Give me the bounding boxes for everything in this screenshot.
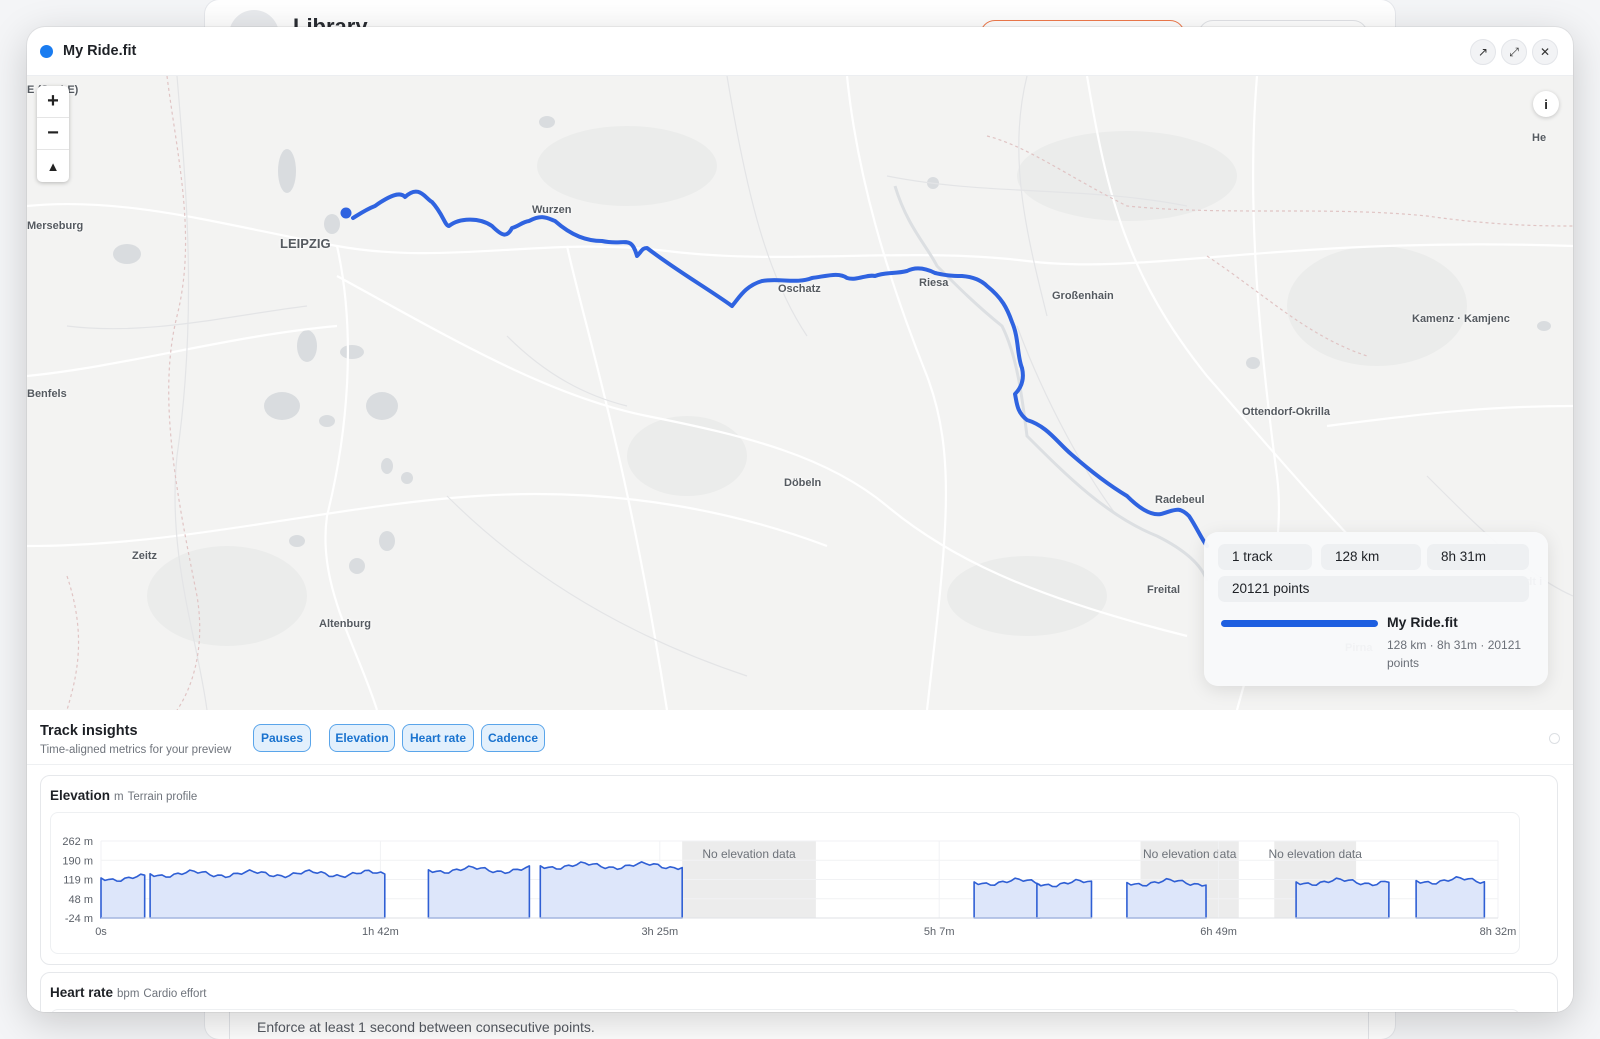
- settings-toggle[interactable]: [1549, 733, 1560, 744]
- heart-rate-desc: Cardio effort: [143, 988, 207, 1000]
- map-label: Radebeul: [1155, 494, 1205, 506]
- elevation-chart[interactable]: No elevation data No elevation data No ele…: [51, 813, 1521, 955]
- x-tick-label: 6h 49m: [1200, 926, 1237, 938]
- track-insights: Track insights Time-aligned metrics for …: [27, 710, 1573, 1012]
- heart-rate-title: Heart rate bpm Cardio effort: [50, 985, 206, 1000]
- map-label: Benfels: [27, 388, 67, 400]
- filter-elevation[interactable]: Elevation: [329, 724, 395, 752]
- map-label: Döbeln: [784, 477, 822, 489]
- distance-chip: 128 km: [1321, 544, 1421, 570]
- map-label: Altenburg: [319, 618, 371, 630]
- y-tick-label: 190 m: [62, 855, 93, 867]
- no-data-label: No elevation data: [1143, 847, 1237, 861]
- map-view[interactable]: E (S__LE)MerseburgLEIPZIGWurzenOschatzRi…: [27, 76, 1573, 710]
- zoom-control: + − ▲: [37, 86, 69, 182]
- filter-pauses[interactable]: Pauses: [253, 724, 311, 752]
- track-legend-swatch: [1221, 620, 1378, 627]
- x-tick-label: 5h 7m: [924, 926, 955, 938]
- arrow-up-right-icon: ↗: [1477, 45, 1489, 59]
- modal-header: My Ride.fit ↗ ⤢ ✕: [27, 27, 1573, 76]
- divider: [27, 764, 1573, 765]
- elevation-chart-frame: No elevation data No elevation data No ele…: [50, 812, 1520, 954]
- elevation-segment: [427, 865, 531, 919]
- duration-chip: 8h 31m: [1427, 544, 1529, 570]
- insights-subtitle: Time-aligned metrics for your preview: [40, 744, 232, 756]
- map-label: Wurzen: [532, 204, 572, 216]
- no-data-label: No elevation data: [702, 847, 796, 861]
- map-label: Kamenz · Kamjenc: [1412, 313, 1510, 325]
- y-tick-label: -24 m: [65, 913, 93, 925]
- heart-rate-title-text: Heart rate: [50, 985, 114, 1000]
- x-tick-label: 0s: [95, 926, 107, 938]
- expand-button[interactable]: ⤢: [1501, 39, 1527, 65]
- elevation-segment: [149, 869, 386, 919]
- heart-rate-unit: bpm: [117, 988, 140, 1000]
- compass-icon: ▲: [46, 158, 60, 174]
- elevation-segment: [100, 873, 146, 919]
- map-label: Merseburg: [27, 220, 84, 232]
- status-dot: [40, 45, 53, 58]
- close-icon: ✕: [1539, 45, 1551, 59]
- info-icon: i: [1544, 96, 1548, 112]
- expand-icon: ⤢: [1509, 44, 1519, 59]
- close-button[interactable]: ✕: [1532, 39, 1558, 65]
- elevation-segment: [1126, 877, 1207, 919]
- filter-heart-rate[interactable]: Heart rate: [402, 724, 474, 752]
- elevation-title-text: Elevation: [50, 788, 111, 803]
- y-tick-label: 119 m: [63, 875, 93, 887]
- track-count-chip: 1 track: [1218, 544, 1312, 570]
- map-label: LEIPZIG: [280, 236, 331, 251]
- heart-rate-chart-frame: [50, 1009, 1520, 1012]
- track-summary-panel: 1 track 128 km 8h 31m 20121 points My Ri…: [1204, 532, 1548, 686]
- elevation-panel: Elevation m Terrain profile No elevation d…: [40, 775, 1558, 965]
- elevation-desc: Terrain profile: [127, 791, 198, 803]
- track-preview-modal: My Ride.fit ↗ ⤢ ✕ E Merseburg LEIPZIG Wu…: [27, 27, 1573, 1012]
- track-legend-meta: 128 km · 8h 31m · 20121 points: [1387, 638, 1522, 670]
- open-external-button[interactable]: ↗: [1470, 39, 1496, 65]
- settings-note: Enforce at least 1 second between consec…: [257, 1019, 595, 1035]
- x-tick-label: 8h 32m: [1480, 926, 1517, 938]
- track-legend-name[interactable]: My Ride.fit: [1387, 614, 1458, 630]
- modal-title: My Ride.fit: [63, 43, 137, 59]
- map-label: Freital: [1147, 584, 1181, 596]
- elevation-segment: [1036, 878, 1093, 919]
- x-tick-label: 3h 25m: [641, 926, 678, 938]
- elevation-title: Elevation m Terrain profile: [50, 788, 197, 803]
- map-label: Zeitz: [132, 550, 158, 562]
- elevation-segment: [539, 861, 683, 919]
- elevation-unit: m: [114, 791, 124, 803]
- map-label: Oschatz: [778, 283, 821, 295]
- elevation-segment: [1415, 876, 1486, 919]
- elevation-segment: [973, 877, 1041, 919]
- y-tick-label: 262 m: [62, 836, 93, 848]
- insights-title: Track insights: [40, 723, 138, 739]
- map-label: He: [1532, 132, 1547, 144]
- map-info-button[interactable]: i: [1533, 91, 1559, 117]
- no-data-label: No elevation data: [1268, 847, 1362, 861]
- filter-cadence[interactable]: Cadence: [481, 724, 545, 752]
- map-label: Großenhain: [1052, 290, 1114, 302]
- y-tick-label: 48 m: [69, 894, 93, 906]
- points-chip: 20121 points: [1218, 576, 1529, 602]
- zoom-in-button[interactable]: +: [37, 86, 69, 118]
- heart-rate-panel: Heart rate bpm Cardio effort: [40, 972, 1558, 1012]
- map-label: Ottendorf-Okrilla: [1242, 406, 1331, 418]
- map-label: Riesa: [919, 277, 949, 289]
- zoom-out-button[interactable]: −: [37, 118, 69, 150]
- compass-button[interactable]: ▲: [37, 150, 69, 182]
- x-tick-label: 1h 42m: [362, 926, 399, 938]
- elevation-segment: [1295, 877, 1390, 919]
